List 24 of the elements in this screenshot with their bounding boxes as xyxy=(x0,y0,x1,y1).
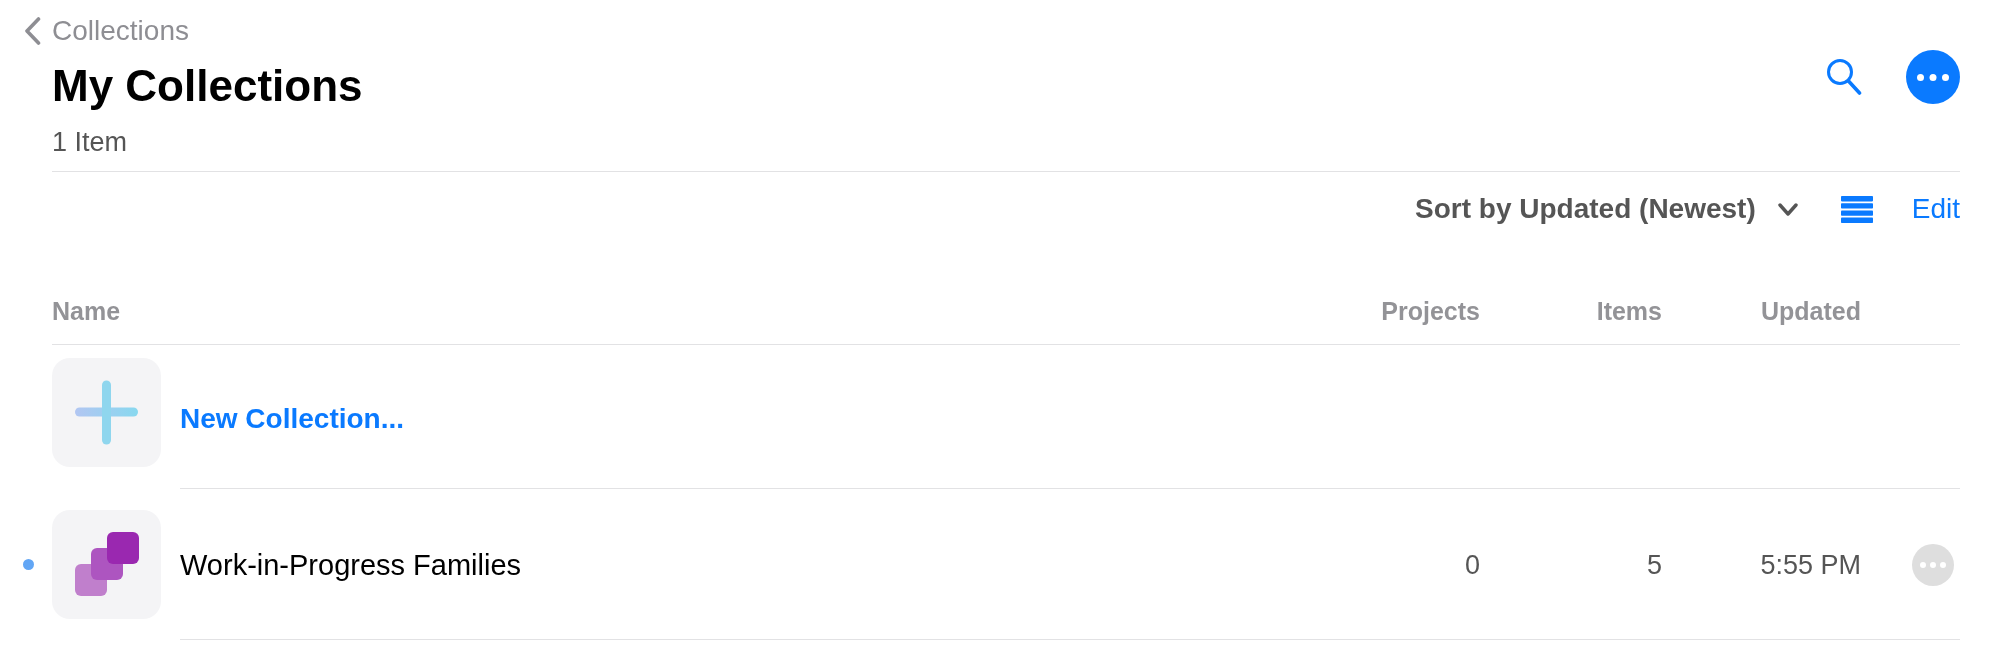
column-header: Updated xyxy=(1761,296,1862,326)
ellipsis-icon xyxy=(1920,561,1946,568)
search-button[interactable] xyxy=(1826,58,1862,96)
projects-cell-text: 0 xyxy=(1464,548,1481,582)
sort-dropdown[interactable]: Sort by Updated (Newest) xyxy=(1415,189,1798,229)
more-button[interactable] xyxy=(1906,50,1960,104)
column-header: Projects xyxy=(1381,296,1481,326)
edit-button[interactable]: Edit xyxy=(1911,189,1960,229)
chevron-down-icon xyxy=(1777,202,1798,216)
new-collection-link[interactable]: New Collection... xyxy=(180,401,405,436)
list-view-button[interactable] xyxy=(1840,195,1873,223)
chevron-left-icon xyxy=(24,17,41,45)
item-count: 1 Item xyxy=(52,126,128,159)
updated-cell-text: 5:55 PM xyxy=(1760,548,1862,582)
collection-name: Work-in-Progress Families xyxy=(180,547,522,583)
list-view-icon xyxy=(1840,195,1873,223)
stacked-squares-icon xyxy=(52,510,161,619)
ellipsis-icon xyxy=(1917,73,1949,81)
items-cell-text: 5 xyxy=(1646,548,1663,582)
back-button[interactable]: Collections xyxy=(24,12,189,50)
page-title: My Collections xyxy=(52,60,363,112)
search-icon xyxy=(1826,58,1862,96)
column-header: Name xyxy=(52,296,121,326)
column-header: Items xyxy=(1596,296,1663,326)
